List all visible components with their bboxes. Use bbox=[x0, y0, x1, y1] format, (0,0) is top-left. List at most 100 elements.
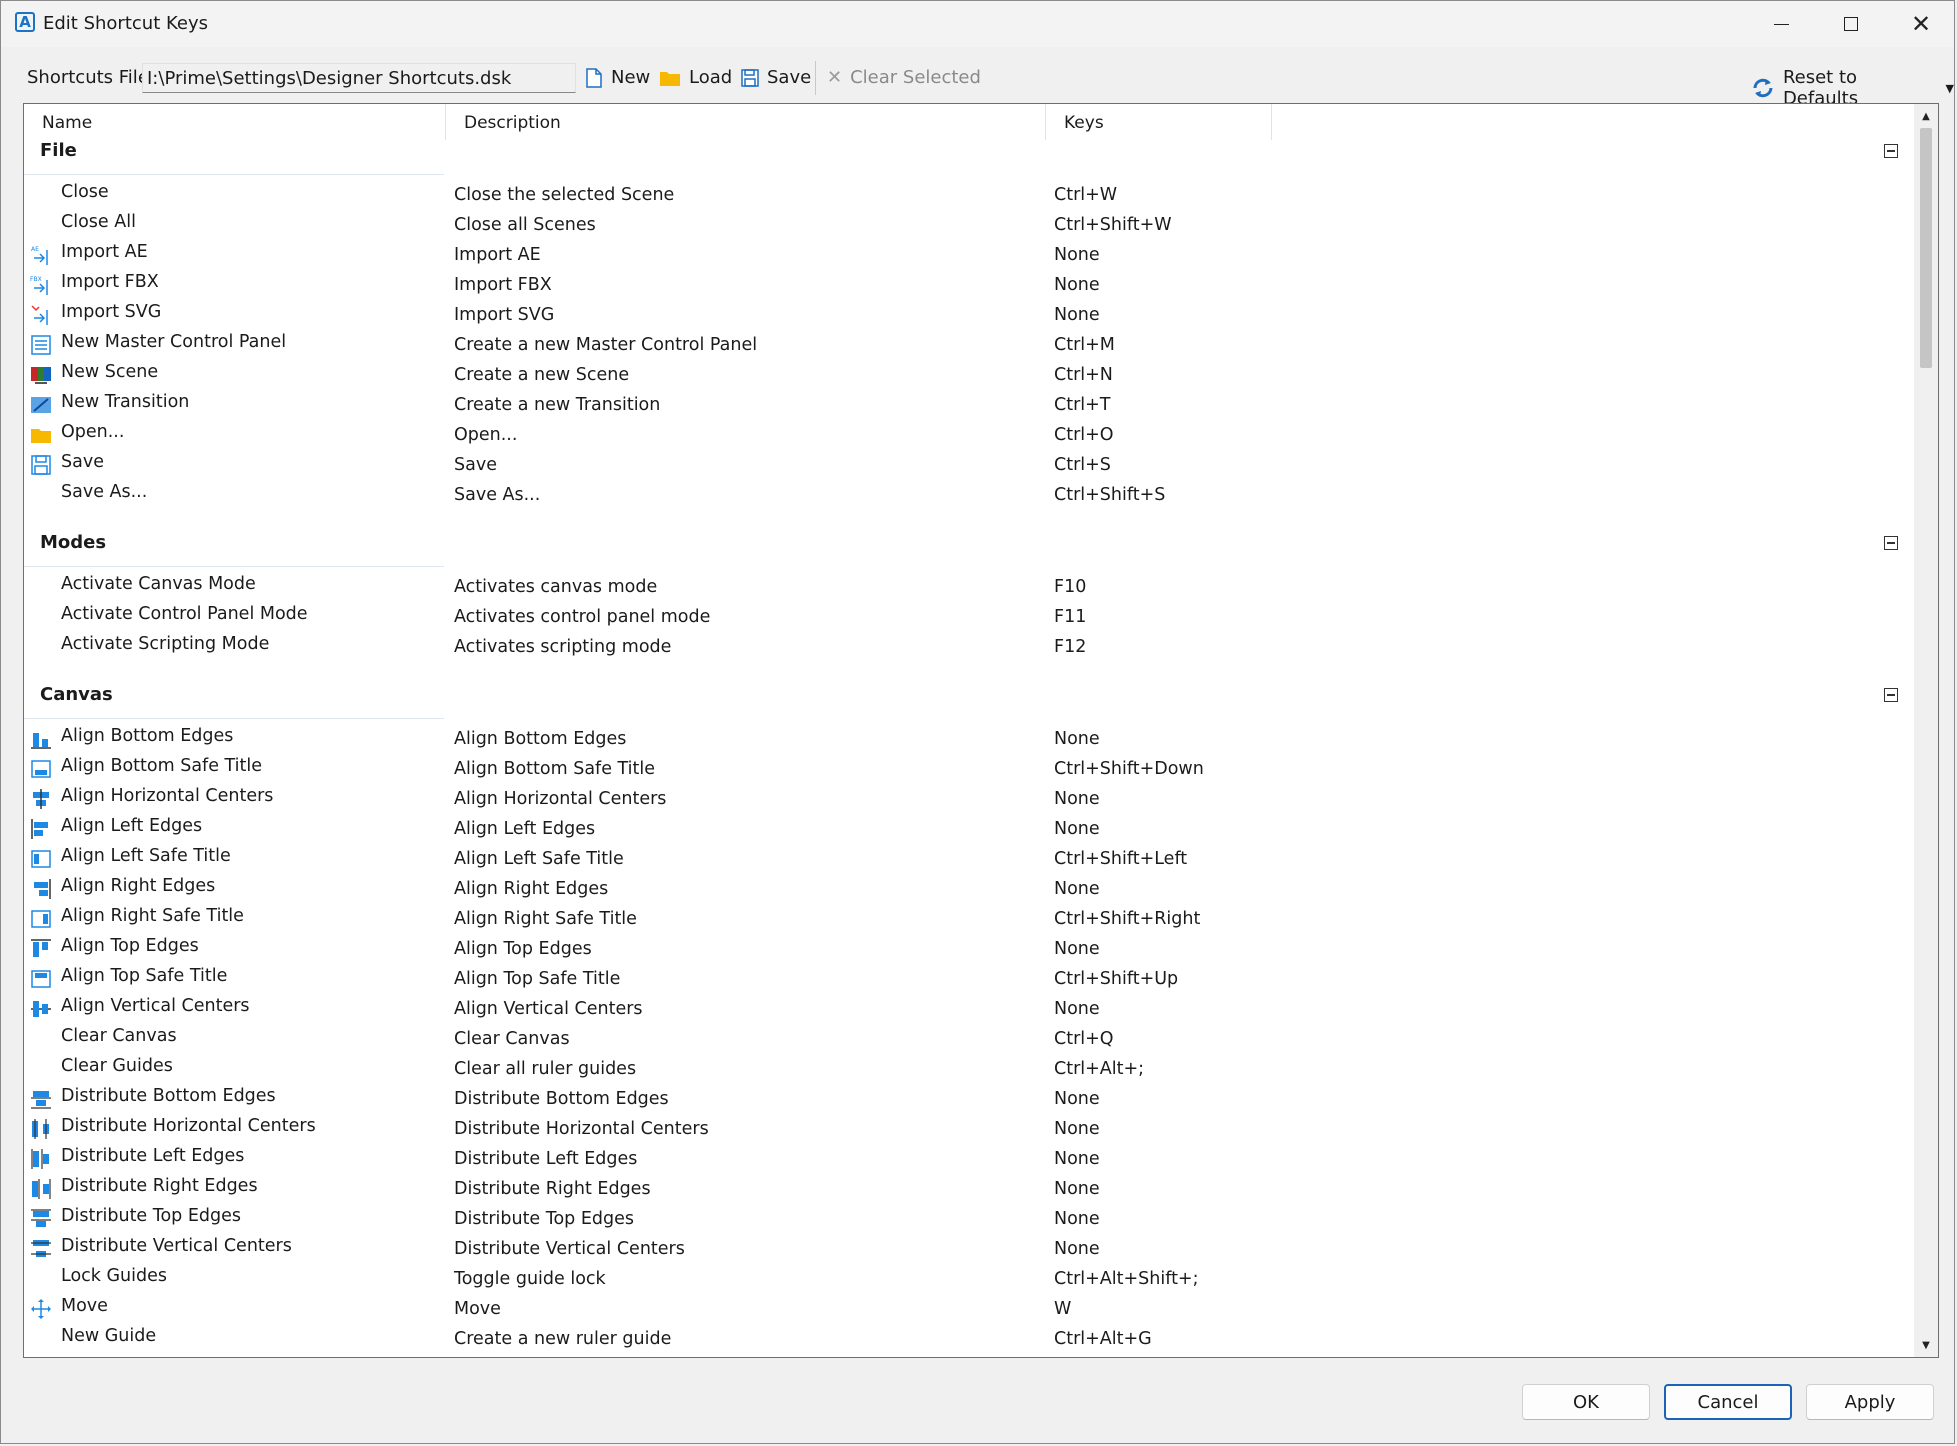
shortcut-row[interactable]: AE Import AE Import AE None bbox=[24, 242, 1912, 272]
shortcut-row[interactable]: Distribute Vertical Centers Distribute Ve… bbox=[24, 1236, 1912, 1266]
shortcut-row[interactable]: Align Right Safe Title Align Right Safe T… bbox=[24, 906, 1912, 936]
new-button[interactable]: New bbox=[585, 67, 650, 88]
maximize-button[interactable] bbox=[1816, 1, 1886, 47]
close-window-button[interactable]: ✕ bbox=[1886, 1, 1956, 47]
shortcut-row[interactable]: Distribute Right Edges Distribute Right E… bbox=[24, 1176, 1912, 1206]
column-header-keys[interactable]: Keys bbox=[1046, 104, 1272, 140]
shortcut-keys[interactable]: None bbox=[1054, 819, 1100, 839]
shortcut-keys[interactable]: None bbox=[1054, 245, 1100, 265]
save-icon bbox=[30, 454, 52, 476]
apply-button[interactable]: Apply bbox=[1806, 1384, 1934, 1420]
shortcut-keys[interactable]: None bbox=[1054, 729, 1100, 749]
shortcut-keys[interactable]: F11 bbox=[1054, 607, 1086, 627]
shortcut-row[interactable]: New Guide Create a new ruler guide Ctrl+Al… bbox=[24, 1326, 1912, 1356]
shortcut-row[interactable]: Align Horizontal Centers Align Horizontal… bbox=[24, 786, 1912, 816]
shortcut-keys[interactable]: Ctrl+Shift+Right bbox=[1054, 909, 1200, 929]
shortcut-row[interactable]: Align Left Edges Align Left Edges None bbox=[24, 816, 1912, 846]
shortcut-keys[interactable]: None bbox=[1054, 1209, 1100, 1229]
shortcut-row[interactable]: Align Right Edges Align Right Edges None bbox=[24, 876, 1912, 906]
toolbar: Shortcuts File New Load Save ✕ Clear Sel… bbox=[1, 59, 1954, 109]
shortcut-row[interactable]: Import SVG Import SVG None bbox=[24, 302, 1912, 332]
shortcut-keys[interactable]: Ctrl+Alt+G bbox=[1054, 1329, 1152, 1349]
shortcut-keys[interactable]: Ctrl+N bbox=[1054, 365, 1113, 385]
shortcuts-file-input[interactable] bbox=[142, 63, 576, 93]
shortcut-row[interactable]: Distribute Left Edges Distribute Left Edg… bbox=[24, 1146, 1912, 1176]
shortcut-keys[interactable]: None bbox=[1054, 1149, 1100, 1169]
cancel-button[interactable]: Cancel bbox=[1664, 1384, 1792, 1420]
collapse-group-button[interactable] bbox=[1884, 536, 1898, 550]
shortcut-row[interactable]: Distribute Horizontal Centers Distribute … bbox=[24, 1116, 1912, 1146]
shortcut-keys[interactable]: None bbox=[1054, 879, 1100, 899]
shortcut-row[interactable]: Activate Scripting Mode Activates scripti… bbox=[24, 634, 1912, 664]
ok-button[interactable]: OK bbox=[1522, 1384, 1650, 1420]
shortcut-keys[interactable]: Ctrl+Q bbox=[1054, 1029, 1114, 1049]
shortcut-row[interactable]: Align Bottom Safe Title Align Bottom Safe… bbox=[24, 756, 1912, 786]
shortcut-row[interactable]: Activate Control Panel Mode Activates con… bbox=[24, 604, 1912, 634]
shortcut-keys[interactable]: None bbox=[1054, 1089, 1100, 1109]
shortcut-keys[interactable]: Ctrl+S bbox=[1054, 455, 1111, 475]
shortcut-description: Align Top Safe Title bbox=[454, 969, 621, 989]
shortcut-row[interactable]: Align Top Safe Title Align Top Safe Title… bbox=[24, 966, 1912, 996]
shortcut-keys[interactable]: W bbox=[1054, 1299, 1071, 1319]
shortcut-keys[interactable]: None bbox=[1054, 275, 1100, 295]
shortcut-keys[interactable]: None bbox=[1054, 999, 1100, 1019]
column-header-description[interactable]: Description bbox=[446, 104, 1046, 140]
shortcut-keys[interactable]: None bbox=[1054, 305, 1100, 325]
shortcut-row[interactable]: New Master Control Panel Create a new Mas… bbox=[24, 332, 1912, 362]
shortcut-row[interactable]: Close All Close all Scenes Ctrl+Shift+W bbox=[24, 212, 1912, 242]
shortcut-keys[interactable]: Ctrl+W bbox=[1054, 185, 1117, 205]
group-divider bbox=[24, 566, 444, 567]
save-button[interactable]: Save bbox=[741, 67, 811, 88]
shortcut-row[interactable]: Activate Canvas Mode Activates canvas mod… bbox=[24, 574, 1912, 604]
collapse-group-button[interactable] bbox=[1884, 144, 1898, 158]
shortcut-keys[interactable]: None bbox=[1054, 789, 1100, 809]
shortcut-keys[interactable]: Ctrl+O bbox=[1054, 425, 1114, 445]
shortcuts-grid[interactable]: Name Description Keys File Close Close the… bbox=[23, 103, 1939, 1358]
shortcut-keys[interactable]: None bbox=[1054, 1239, 1100, 1259]
shortcut-row[interactable]: Clear Canvas Clear Canvas Ctrl+Q bbox=[24, 1026, 1912, 1056]
shortcut-keys[interactable]: None bbox=[1054, 1179, 1100, 1199]
shortcut-name: New Guide bbox=[61, 1326, 157, 1346]
shortcut-keys[interactable]: F10 bbox=[1054, 577, 1086, 597]
scroll-thumb[interactable] bbox=[1920, 128, 1932, 368]
shortcut-row[interactable]: Align Left Safe Title Align Left Safe Tit… bbox=[24, 846, 1912, 876]
shortcut-keys[interactable]: Ctrl+Shift+S bbox=[1054, 485, 1165, 505]
column-header-name[interactable]: Name bbox=[24, 104, 446, 140]
shortcut-keys[interactable]: Ctrl+Alt+Shift+; bbox=[1054, 1269, 1199, 1289]
shortcut-keys[interactable]: Ctrl+Shift+Up bbox=[1054, 969, 1178, 989]
collapse-group-button[interactable] bbox=[1884, 688, 1898, 702]
vertical-scrollbar[interactable]: ▲ ▼ bbox=[1914, 104, 1938, 1357]
shortcut-row[interactable]: Move Move W bbox=[24, 1296, 1912, 1326]
load-button[interactable]: Load bbox=[659, 67, 732, 88]
shortcut-row[interactable]: FBX Import FBX Import FBX None bbox=[24, 272, 1912, 302]
shortcut-row[interactable]: Close Close the selected Scene Ctrl+W bbox=[24, 182, 1912, 212]
shortcut-keys[interactable]: F12 bbox=[1054, 637, 1086, 657]
scroll-down-button[interactable]: ▼ bbox=[1914, 1335, 1938, 1355]
shortcut-row[interactable]: Open... Open... Ctrl+O bbox=[24, 422, 1912, 452]
minimize-button[interactable] bbox=[1746, 1, 1816, 47]
shortcut-row[interactable]: Clear Guides Clear all ruler guides Ctrl+A… bbox=[24, 1056, 1912, 1086]
shortcut-keys[interactable]: Ctrl+T bbox=[1054, 395, 1111, 415]
shortcut-row[interactable]: New Scene Create a new Scene Ctrl+N bbox=[24, 362, 1912, 392]
shortcut-description: Import SVG bbox=[454, 305, 555, 325]
shortcut-keys[interactable]: Ctrl+M bbox=[1054, 335, 1115, 355]
shortcut-row[interactable]: Lock Guides Toggle guide lock Ctrl+Alt+Shi… bbox=[24, 1266, 1912, 1296]
shortcut-row[interactable]: Distribute Bottom Edges Distribute Bottom… bbox=[24, 1086, 1912, 1116]
shortcut-row[interactable]: Save Save Ctrl+S bbox=[24, 452, 1912, 482]
shortcut-keys[interactable]: Ctrl+Shift+Left bbox=[1054, 849, 1187, 869]
shortcut-row[interactable]: Distribute Top Edges Distribute Top Edges… bbox=[24, 1206, 1912, 1236]
shortcut-row[interactable]: Align Bottom Edges Align Bottom Edges None bbox=[24, 726, 1912, 756]
scroll-up-button[interactable]: ▲ bbox=[1914, 106, 1938, 126]
shortcut-keys[interactable]: Ctrl+Shift+W bbox=[1054, 215, 1172, 235]
shortcut-name: Align Right Edges bbox=[61, 876, 216, 896]
edit-shortcut-keys-dialog: A Edit Shortcut Keys ✕ Shortcuts File Ne… bbox=[0, 0, 1955, 1444]
shortcut-keys[interactable]: Ctrl+Shift+Down bbox=[1054, 759, 1204, 779]
shortcut-keys[interactable]: None bbox=[1054, 939, 1100, 959]
shortcut-row[interactable]: Align Top Edges Align Top Edges None bbox=[24, 936, 1912, 966]
shortcut-row[interactable]: New Transition Create a new Transition Ctr… bbox=[24, 392, 1912, 422]
shortcut-keys[interactable]: None bbox=[1054, 1119, 1100, 1139]
shortcut-row[interactable]: Align Vertical Centers Align Vertical Cen… bbox=[24, 996, 1912, 1026]
shortcut-row[interactable]: Save As... Save As... Ctrl+Shift+S bbox=[24, 482, 1912, 512]
clear-selected-button[interactable]: ✕ Clear Selected bbox=[827, 67, 981, 88]
shortcut-keys[interactable]: Ctrl+Alt+; bbox=[1054, 1059, 1144, 1079]
